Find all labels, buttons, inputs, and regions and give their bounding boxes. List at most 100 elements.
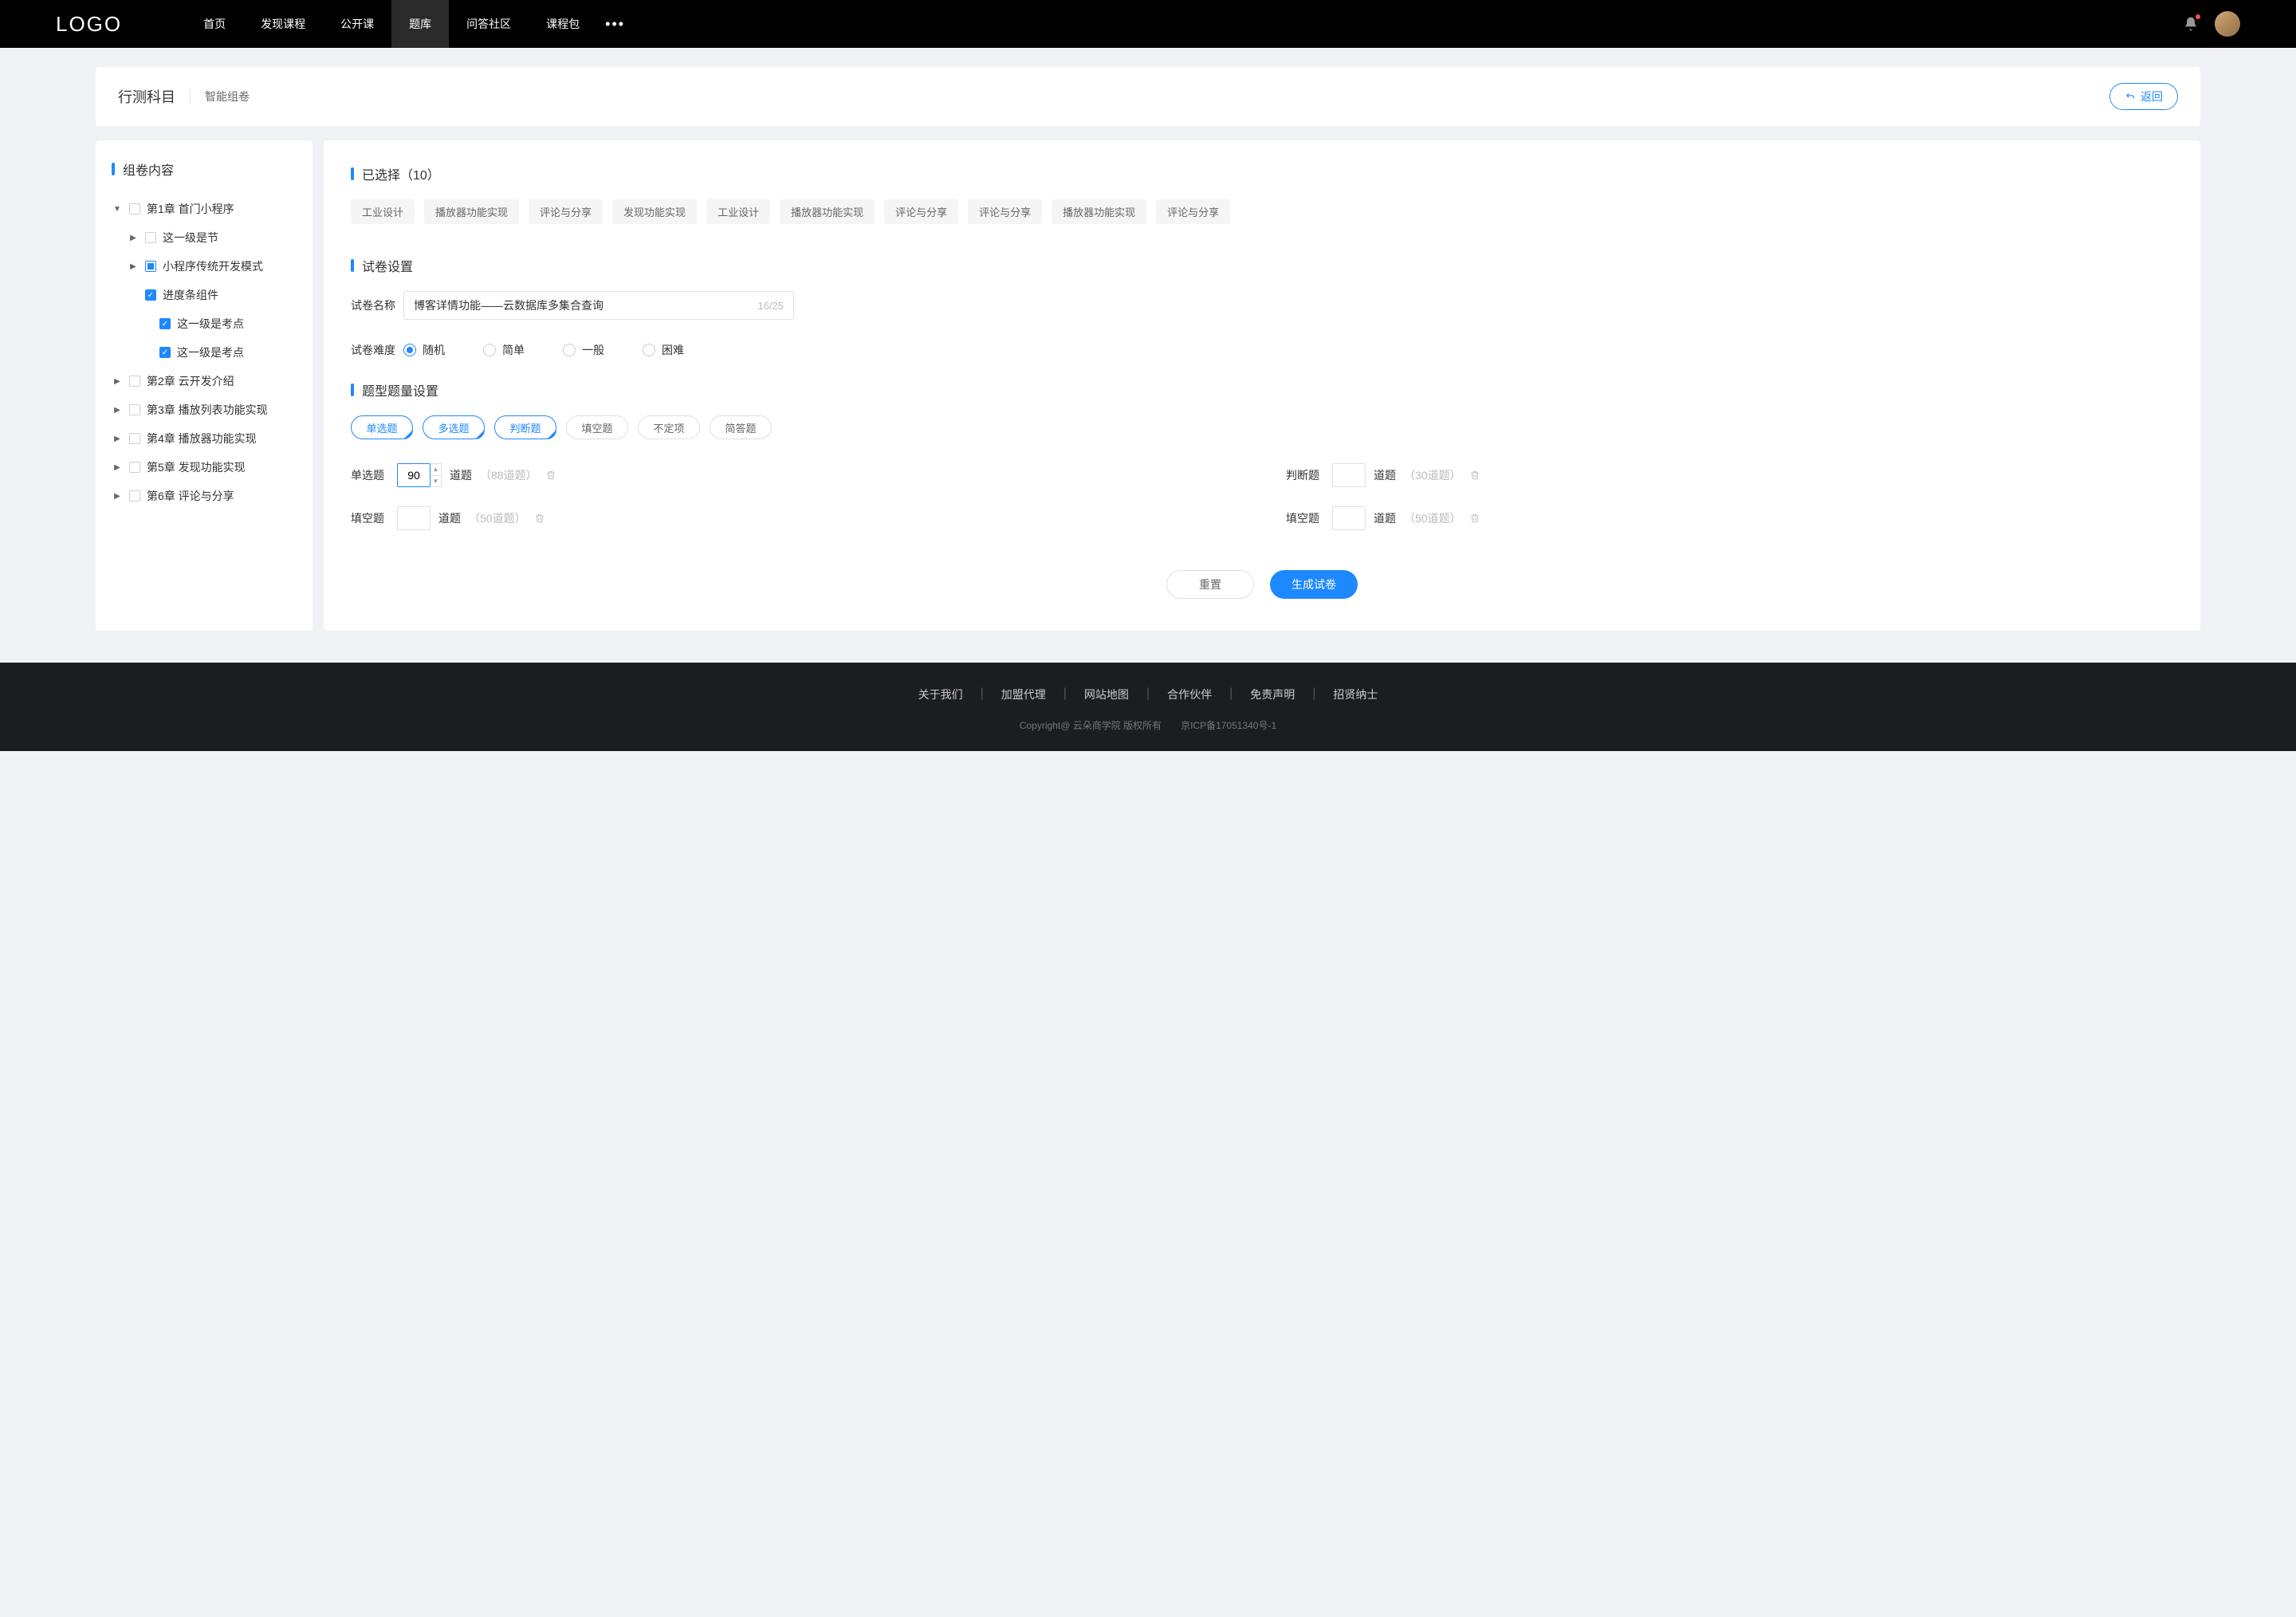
spinner-down-icon[interactable]: ▼ [431, 476, 441, 487]
tree-checkbox[interactable] [129, 462, 140, 473]
tree-node-6[interactable]: ▶第2章 云开发介绍 [112, 367, 297, 395]
tree-label: 第4章 播放器功能实现 [147, 431, 257, 447]
delete-icon[interactable] [545, 470, 556, 481]
difficulty-radio-3[interactable]: 困难 [643, 342, 684, 358]
tree-caret-icon: ▶ [112, 492, 123, 501]
notification-bell-icon[interactable] [2183, 16, 2199, 32]
tree-node-4[interactable]: 这一级是考点 [112, 309, 297, 338]
difficulty-radio-2[interactable]: 一般 [563, 342, 604, 358]
difficulty-radio-1[interactable]: 简单 [483, 342, 525, 358]
tree-label: 第2章 云开发介绍 [147, 373, 234, 389]
selected-tag-7[interactable]: 评论与分享 [968, 199, 1042, 224]
radio-dot-icon [643, 344, 655, 356]
generate-button[interactable]: 生成试卷 [1270, 570, 1358, 599]
qty-input[interactable] [397, 463, 431, 487]
tree-checkbox[interactable] [129, 404, 140, 415]
qty-unit: 道题 [438, 510, 461, 526]
top-navbar: LOGO 首页发现课程公开课题库问答社区课程包 ••• [0, 0, 2296, 48]
selected-tag-1[interactable]: 播放器功能实现 [424, 199, 519, 224]
tree-label: 第6章 评论与分享 [147, 488, 234, 504]
qty-label: 单选题 [351, 467, 389, 483]
nav-item-2[interactable]: 公开课 [323, 0, 391, 48]
tree-checkbox[interactable] [129, 433, 140, 444]
type-btn-5[interactable]: 简答题 [710, 415, 772, 439]
nav-item-0[interactable]: 首页 [186, 0, 243, 48]
tree-node-0[interactable]: ▼ 第1章 首门小程序 [112, 195, 297, 223]
paper-name-value: 博客详情功能——云数据库多集合查询 [414, 297, 757, 313]
selected-tag-5[interactable]: 播放器功能实现 [780, 199, 875, 224]
type-btn-0[interactable]: 单选题 [351, 415, 413, 439]
footer-link-1[interactable]: 加盟代理 [984, 687, 1063, 702]
radio-dot-icon [483, 344, 496, 356]
radio-label: 困难 [662, 342, 684, 358]
page-footer: 关于我们|加盟代理|网站地图|合作伙伴|免责声明|招贤纳士 Copyright@… [0, 663, 2296, 751]
selected-tags: 工业设计播放器功能实现评论与分享发现功能实现工业设计播放器功能实现评论与分享评论… [351, 199, 2173, 224]
back-button[interactable]: 返回 [2109, 83, 2178, 110]
tree-node-8[interactable]: ▶第4章 播放器功能实现 [112, 424, 297, 453]
tree-checkbox[interactable] [145, 261, 156, 272]
qty-input[interactable] [397, 506, 431, 530]
nav-item-4[interactable]: 问答社区 [449, 0, 529, 48]
tree-label: 第1章 首门小程序 [147, 201, 234, 217]
page-header: 行测科目 智能组卷 返回 [96, 67, 2200, 126]
selected-tag-2[interactable]: 评论与分享 [529, 199, 603, 224]
user-avatar[interactable] [2215, 11, 2240, 37]
tree-checkbox[interactable] [145, 232, 156, 243]
type-btn-4[interactable]: 不定项 [638, 415, 700, 439]
tree-node-1[interactable]: ▶这一级是节 [112, 223, 297, 252]
delete-icon[interactable] [1469, 513, 1480, 524]
qty-label: 判断题 [1286, 467, 1324, 483]
type-btn-2[interactable]: 判断题 [494, 415, 556, 439]
selected-tag-4[interactable]: 工业设计 [706, 199, 770, 224]
tree-node-7[interactable]: ▶第3章 播放列表功能实现 [112, 395, 297, 424]
tree-node-10[interactable]: ▶ 第6章 评论与分享 [112, 482, 297, 510]
paper-name-label: 试卷名称 [351, 297, 403, 313]
delete-icon[interactable] [1469, 470, 1480, 481]
nav-more[interactable]: ••• [605, 16, 625, 33]
quantity-grid: 单选题▲▼道题（88道题）判断题道题（30道题）填空题道题（50道题）填空题道题… [351, 463, 2173, 530]
footer-link-3[interactable]: 合作伙伴 [1150, 687, 1229, 702]
tree-node-2[interactable]: ▶小程序传统开发模式 [112, 252, 297, 281]
page-title: 行测科目 [118, 86, 175, 107]
delete-icon[interactable] [534, 513, 545, 524]
qty-input[interactable] [1332, 463, 1366, 487]
footer-link-5[interactable]: 招贤纳士 [1315, 687, 1395, 702]
reset-button[interactable]: 重置 [1166, 570, 1254, 599]
footer-link-2[interactable]: 网站地图 [1067, 687, 1146, 702]
difficulty-label: 试卷难度 [351, 342, 403, 358]
qty-input[interactable] [1332, 506, 1366, 530]
selected-tag-8[interactable]: 播放器功能实现 [1052, 199, 1146, 224]
tree-node-9[interactable]: ▶第5章 发现功能实现 [112, 453, 297, 482]
nav-item-5[interactable]: 课程包 [529, 0, 597, 48]
tree-checkbox[interactable] [129, 203, 140, 214]
footer-link-0[interactable]: 关于我们 [901, 687, 981, 702]
nav-item-3[interactable]: 题库 [391, 0, 449, 48]
selected-tag-3[interactable]: 发现功能实现 [612, 199, 697, 224]
tree-checkbox[interactable] [129, 490, 140, 502]
selected-tag-9[interactable]: 评论与分享 [1156, 199, 1230, 224]
tree-checkbox[interactable] [159, 318, 171, 329]
nav-item-1[interactable]: 发现课程 [243, 0, 323, 48]
selected-tag-0[interactable]: 工业设计 [351, 199, 415, 224]
tree-checkbox[interactable] [159, 347, 171, 358]
tree-node-3[interactable]: 进度条组件 [112, 281, 297, 309]
qty-label: 填空题 [351, 510, 389, 526]
spinner-up-icon[interactable]: ▲ [431, 464, 441, 476]
difficulty-radio-0[interactable]: 随机 [403, 342, 445, 358]
selected-tag-6[interactable]: 评论与分享 [884, 199, 958, 224]
qty-label: 填空题 [1286, 510, 1324, 526]
tree-checkbox[interactable] [129, 376, 140, 387]
paper-name-input[interactable]: 博客详情功能——云数据库多集合查询 16/25 [403, 291, 794, 320]
type-btn-3[interactable]: 填空题 [566, 415, 628, 439]
tree-caret-icon: ▼ [112, 205, 123, 214]
type-btn-1[interactable]: 多选题 [423, 415, 485, 439]
footer-link-4[interactable]: 免责声明 [1233, 687, 1312, 702]
tree-checkbox[interactable] [145, 289, 156, 301]
tree-node-5[interactable]: 这一级是考点 [112, 338, 297, 367]
qty-hint: （88道题） [480, 467, 537, 483]
tree-label: 这一级是节 [163, 230, 218, 246]
qty-spinner[interactable]: ▲▼ [431, 463, 442, 487]
qty-row-3: 填空题道题（50道题） [1286, 506, 2173, 530]
tree-label: 进度条组件 [163, 287, 218, 303]
qty-row-2: 填空题道题（50道题） [351, 506, 1238, 530]
